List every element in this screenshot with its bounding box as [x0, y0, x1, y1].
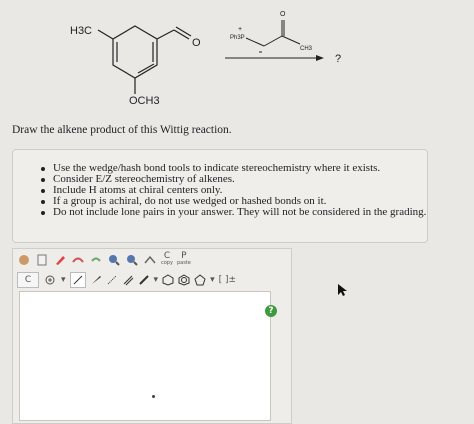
- move-icon[interactable]: [17, 253, 31, 267]
- copy-label: C: [163, 251, 171, 261]
- editor-toolbar-top: C copy P paste: [17, 251, 191, 269]
- drawing-canvas[interactable]: [19, 291, 271, 421]
- aldehyde-o-label: O: [192, 37, 201, 49]
- canvas-dot: [152, 395, 155, 398]
- redo-icon[interactable]: [71, 253, 85, 267]
- bracket-icon[interactable]: [ ]±: [219, 275, 236, 285]
- lasso-icon[interactable]: [53, 253, 67, 267]
- triple-bond-icon[interactable]: [138, 274, 150, 286]
- ylide-structure: [245, 20, 301, 53]
- instructions-box: Use the wedge/hash bond tools to indicat…: [12, 149, 428, 243]
- atom-c-dropdown[interactable]: C: [17, 272, 39, 288]
- copy-button[interactable]: C copy: [161, 251, 173, 267]
- zoom-in-icon[interactable]: [107, 253, 121, 267]
- ylide-ch3-label: CH3: [300, 46, 313, 52]
- arrow-head-icon: [316, 55, 324, 61]
- question-prompt: Draw the alkene product of this Wittig r…: [12, 124, 232, 136]
- hash-bond-icon[interactable]: [106, 274, 118, 286]
- ketone-o-label: O: [280, 11, 286, 18]
- single-bond-icon[interactable]: [69, 272, 86, 288]
- wedge-bond-icon[interactable]: [90, 274, 102, 286]
- mouse-cursor-icon: [337, 282, 347, 301]
- rotate-icon[interactable]: [89, 253, 103, 267]
- copy-sub-label: copy: [161, 260, 173, 266]
- cyclopentane-icon[interactable]: [194, 274, 206, 286]
- erase-icon[interactable]: [35, 253, 49, 267]
- chevron-down-icon[interactable]: ▾: [154, 275, 159, 285]
- structure-editor: C copy P paste C ▾ ▾ ▾ []± ?: [12, 248, 292, 424]
- zoom-out-icon[interactable]: [125, 253, 139, 267]
- product-question-mark: ?: [335, 53, 341, 65]
- h3c-label: H3C: [70, 25, 92, 37]
- help-button[interactable]: ?: [265, 305, 277, 317]
- double-bond-icon[interactable]: [122, 274, 134, 286]
- paste-button[interactable]: P paste: [176, 251, 191, 267]
- cyclohexane-icon[interactable]: [162, 274, 174, 286]
- chevron-down-icon[interactable]: ▾: [61, 275, 66, 285]
- editor-toolbar-bottom: C ▾ ▾ ▾ [ ]±: [17, 271, 236, 289]
- instruction-item: Do not include lone pairs in your answer…: [41, 206, 427, 218]
- paste-sub-label: paste: [176, 260, 191, 266]
- benzene-icon[interactable]: [178, 274, 190, 286]
- reaction-scheme: H3C O OCH3 Ph3P + O CH3 ?: [70, 11, 341, 107]
- ylide-plus-label: +: [238, 26, 242, 33]
- benzaldehyde-structure: [97, 25, 192, 94]
- och3-label: OCH3: [129, 95, 160, 107]
- clean-icon[interactable]: [143, 253, 157, 267]
- ph3p-label: Ph3P: [230, 35, 245, 41]
- charge-icon[interactable]: [43, 273, 57, 287]
- paste-label: P: [181, 251, 187, 261]
- chevron-down-icon[interactable]: ▾: [210, 275, 215, 285]
